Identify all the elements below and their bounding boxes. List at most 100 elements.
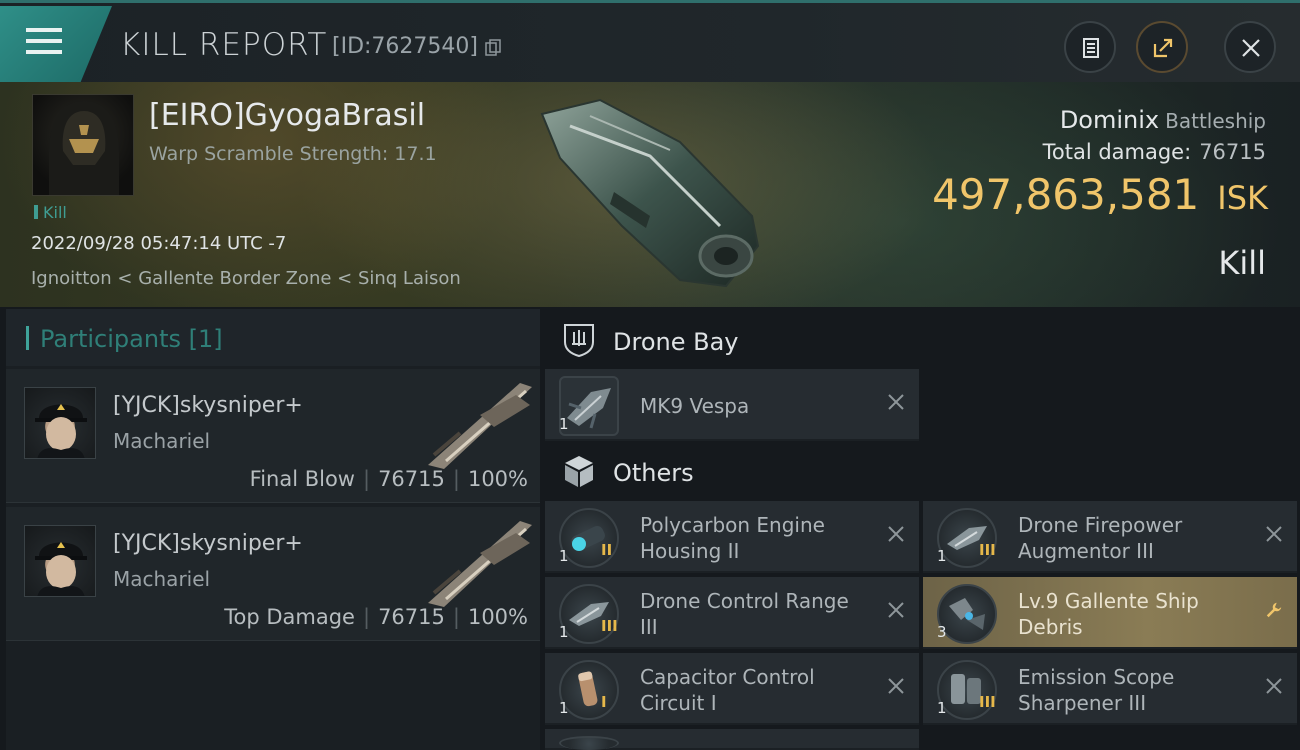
others-item[interactable]: 1 I Capacitor Control Circuit I bbox=[545, 653, 919, 725]
pilot-avatar-icon bbox=[35, 542, 87, 596]
participants-header[interactable]: Participants [1] bbox=[6, 309, 540, 366]
victim-name[interactable]: [EIRO]GyogaBrasil bbox=[149, 98, 425, 133]
victim-portrait[interactable] bbox=[32, 94, 134, 196]
item-name: Capacitor Control Circuit I bbox=[640, 664, 815, 716]
others-item[interactable]: 1 II Polycarbon Engine Housing II bbox=[545, 501, 919, 573]
item-tier: I bbox=[601, 693, 607, 711]
participant-name[interactable]: [YJCK]skysniper+ bbox=[113, 531, 303, 556]
ship-debris-art bbox=[949, 598, 985, 630]
item-name-line2: Debris bbox=[1018, 615, 1083, 639]
participant-percent: 100% bbox=[467, 467, 528, 491]
module-icon bbox=[559, 736, 619, 750]
others-item[interactable]: 1 III Emission Scope Sharpener III bbox=[923, 653, 1297, 725]
total-damage-label: Total damage: bbox=[1042, 140, 1192, 164]
kill-datetime: 2022/09/28 05:47:14 UTC -7 bbox=[31, 233, 287, 254]
menu-icon bbox=[26, 28, 62, 32]
close-button[interactable] bbox=[1224, 21, 1276, 73]
item-name-line1: Capacitor Control bbox=[640, 665, 815, 689]
item-quantity: 1 bbox=[937, 547, 947, 565]
victim-ship-name: Dominix bbox=[1059, 106, 1160, 134]
total-damage: Total damage: 76715 bbox=[1043, 140, 1266, 164]
others-title: Others bbox=[613, 459, 694, 487]
participants-header-marker bbox=[26, 326, 29, 350]
destroyed-x-icon bbox=[1266, 678, 1282, 694]
participant-name[interactable]: [YJCK]skysniper+ bbox=[113, 393, 303, 418]
item-quantity: 1 bbox=[937, 699, 947, 717]
item-tier: II bbox=[601, 541, 613, 559]
participant-damage: 76715 bbox=[378, 467, 445, 491]
others-item[interactable]: 1 III Drone Control Range III bbox=[545, 577, 919, 649]
wrench-icon bbox=[1266, 602, 1282, 618]
victim-ship-image bbox=[540, 98, 760, 288]
machariel-ship-icon bbox=[428, 521, 532, 607]
participant-card[interactable]: [YJCK]skysniper+ Machariel Final Blow | 76… bbox=[6, 369, 540, 503]
pilot-avatar-icon bbox=[35, 404, 87, 458]
clipboard-button[interactable] bbox=[1064, 21, 1116, 73]
stats-divider: | bbox=[452, 605, 460, 629]
kill-result: Kill bbox=[1218, 244, 1266, 282]
item-name-line1: Lv.9 Gallente Ship bbox=[1018, 589, 1199, 613]
item-quantity: 1 bbox=[559, 699, 569, 717]
stats-divider: | bbox=[362, 605, 371, 629]
item-name: Lv.9 Gallente Ship Debris bbox=[1018, 588, 1199, 640]
item-tier: III bbox=[979, 541, 996, 559]
others-item-partial[interactable] bbox=[545, 729, 919, 750]
top-bar: KILL REPORT [ID:7627540] bbox=[0, 0, 1300, 82]
item-tier: III bbox=[601, 617, 618, 635]
kill-tag-marker bbox=[34, 205, 38, 219]
item-name-line2: Housing II bbox=[640, 539, 740, 563]
share-icon bbox=[1153, 38, 1173, 58]
item-name-line1: Drone Firepower bbox=[1018, 513, 1183, 537]
item-name: Drone Control Range III bbox=[640, 588, 849, 640]
machariel-ship-icon bbox=[428, 383, 532, 469]
vespa-drone-icon bbox=[567, 388, 611, 429]
item-tier: III bbox=[979, 693, 996, 711]
item-name: MK9 Vespa bbox=[640, 394, 750, 418]
close-icon bbox=[1242, 39, 1260, 57]
report-id: [ID:7627540] bbox=[332, 34, 478, 59]
participant-avatar[interactable] bbox=[24, 387, 96, 459]
item-name-line1: Drone Control Range bbox=[640, 589, 849, 613]
item-name-line1: Emission Scope bbox=[1018, 665, 1175, 689]
share-button[interactable] bbox=[1136, 21, 1188, 73]
item-quantity: 1 bbox=[559, 547, 569, 565]
drone-bay-title: Drone Bay bbox=[613, 328, 739, 356]
menu-button[interactable] bbox=[0, 6, 112, 82]
victim-ship: Dominix Battleship bbox=[1060, 106, 1266, 134]
participant-damage: 76715 bbox=[378, 605, 445, 629]
participant-avatar[interactable] bbox=[24, 525, 96, 597]
clipboard-icon bbox=[1083, 38, 1099, 58]
item-quantity: 1 bbox=[559, 415, 569, 433]
item-name-line2: Augmentor III bbox=[1018, 539, 1154, 563]
participants-title: Participants [1] bbox=[40, 325, 223, 353]
destroyed-x-icon bbox=[888, 602, 904, 618]
isk-loss: 497,863,581 ISK bbox=[932, 170, 1268, 219]
item-name: Polycarbon Engine Housing II bbox=[640, 512, 825, 564]
item-name: Emission Scope Sharpener III bbox=[1018, 664, 1174, 716]
isk-value: 497,863,581 bbox=[932, 170, 1200, 219]
total-damage-value: 76715 bbox=[1199, 140, 1266, 164]
participant-stats: Final Blow | 76715 | 100% bbox=[250, 467, 528, 491]
others-item[interactable]: 1 III Drone Firepower Augmentor III bbox=[923, 501, 1297, 573]
others-item-dropped[interactable]: 3 Lv.9 Gallente Ship Debris bbox=[923, 577, 1297, 649]
item-quantity: 1 bbox=[559, 623, 569, 641]
menu-icon-bar bbox=[26, 39, 62, 43]
victim-summary: [EIRO]GyogaBrasil Warp Scramble Strength… bbox=[0, 82, 1300, 307]
destroyed-x-icon bbox=[888, 678, 904, 694]
participant-ship: Machariel bbox=[113, 429, 211, 453]
isk-unit: ISK bbox=[1217, 179, 1268, 217]
kill-tag: Kill bbox=[34, 203, 67, 222]
menu-icon-bar bbox=[26, 50, 62, 54]
item-name-line1: Polycarbon Engine bbox=[640, 513, 825, 537]
participant-role: Final Blow bbox=[249, 467, 355, 491]
participants-panel: Participants [1] [YJCK]skysniper+ Machar… bbox=[6, 309, 540, 750]
kill-location: Ignoitton < Gallente Border Zone < Sinq … bbox=[31, 268, 461, 289]
stats-divider: | bbox=[452, 467, 460, 491]
copy-id-icon[interactable] bbox=[484, 39, 502, 57]
destroyed-x-icon bbox=[888, 394, 904, 410]
warp-scramble-strength: Warp Scramble Strength: 17.1 bbox=[149, 143, 437, 165]
drone-bay-icon bbox=[564, 324, 594, 358]
participant-card[interactable]: [YJCK]skysniper+ Machariel Top Damage | 76… bbox=[6, 507, 540, 641]
item-quantity: 3 bbox=[937, 623, 947, 641]
drone-bay-item[interactable]: 1 MK9 Vespa bbox=[545, 369, 919, 441]
